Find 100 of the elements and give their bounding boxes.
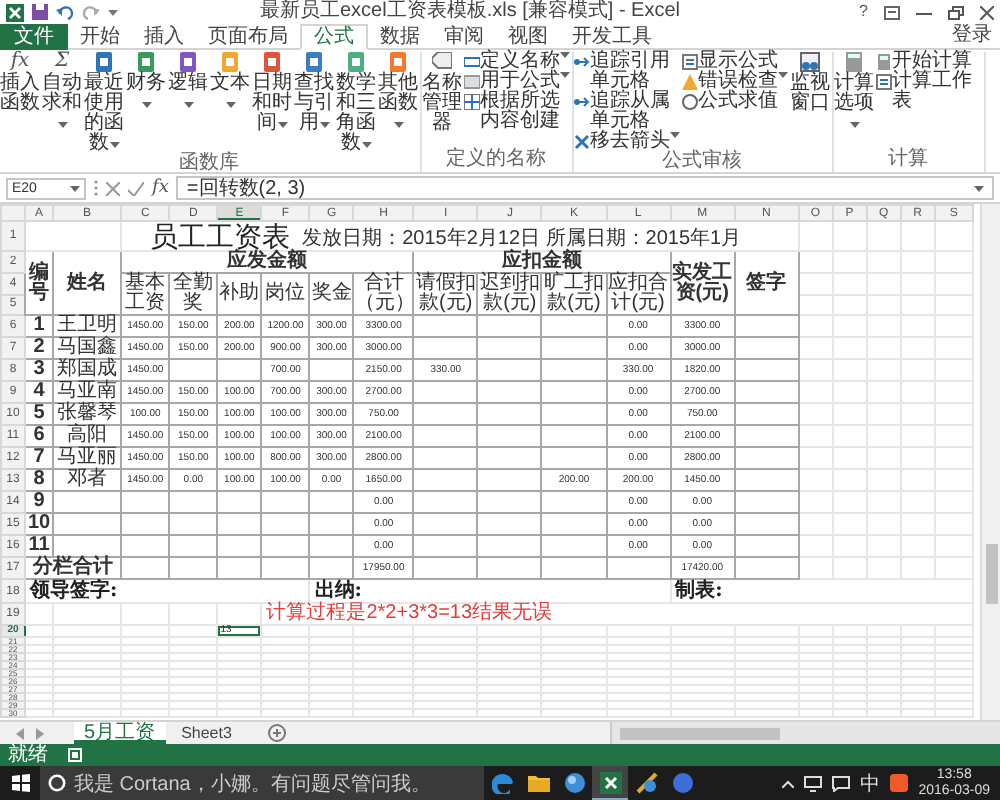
show-hidden-icon[interactable] [782, 779, 795, 787]
search-field[interactable]: 我是 Cortana，小娜。有问题尽管问我。 [40, 765, 484, 800]
input-method-indicator[interactable]: 中 [860, 769, 881, 797]
caret-icon [70, 185, 80, 191]
ribbon-button[interactable]: fx 插入函数 [0, 52, 40, 154]
ribbon-button[interactable]: 监视窗口 [790, 52, 830, 152]
ribbon-button[interactable]: 日期和时间 [252, 52, 292, 154]
start-icon[interactable] [11, 774, 29, 792]
vertical-scrollbar[interactable] [980, 204, 1000, 720]
table-cell: 全勤奖 [169, 273, 218, 315]
save-icon[interactable] [32, 4, 48, 20]
sheet-tab[interactable]: 5月工资 [74, 722, 166, 744]
grid-icon [464, 94, 480, 110]
ribbon-button[interactable]: 移去箭头 [574, 132, 680, 152]
ribbon-tab[interactable]: 视图 [496, 24, 560, 50]
search-placeholder: 我是 Cortana，小娜。有问题尽管问我。 [74, 771, 431, 797]
caret-icon [974, 185, 984, 191]
sum-icon: Σ [54, 52, 70, 72]
table-cell: 郑国成 [53, 359, 122, 381]
ribbon-button[interactable]: 定义名称 [464, 52, 570, 72]
ribbon-button[interactable]: 追踪从属单元格 [574, 92, 680, 132]
folder-icon[interactable] [527, 774, 549, 792]
calculator-icon [844, 52, 864, 72]
enter-icon[interactable] [128, 181, 144, 195]
cancel-icon[interactable] [106, 181, 120, 195]
date-info: 发放日期：2015年2月12日 所属日期：2015年1月 [302, 230, 742, 250]
browser-icon[interactable] [491, 772, 513, 794]
table-cell: 出纳: [309, 579, 671, 603]
ribbon-button[interactable]: 文本 [210, 52, 250, 154]
warning-icon [682, 74, 698, 90]
ribbon-options-icon[interactable] [884, 5, 900, 19]
ribbon-tab[interactable]: 数据 [368, 24, 432, 50]
ribbon-button[interactable]: 根据所选内容创建 [464, 92, 570, 132]
table-cell: 5 [25, 403, 54, 425]
customize-icon[interactable] [108, 8, 118, 16]
ribbon-tab[interactable]: 公式 [300, 24, 368, 50]
ribbon-button[interactable]: 计算工作表 [876, 72, 982, 112]
table-cell: 高阳 [53, 425, 122, 447]
help-button[interactable]: ? [859, 2, 868, 22]
macro-record-icon[interactable] [68, 748, 82, 762]
table-cell: 4 [25, 381, 54, 403]
table-cell: 请假扣款(元) [413, 273, 478, 315]
ribbon-button[interactable]: 名称管理器 [422, 52, 462, 150]
table-cell: 马亚丽 [53, 447, 122, 469]
ribbon-button[interactable]: 计算选项 [834, 52, 874, 150]
ribbon-tab[interactable]: 插入 [132, 24, 196, 50]
table-cell: 计算过程是2*2+3*3=13结果无误 [261, 603, 973, 625]
group-label: 函数库 [177, 154, 241, 176]
status-text: 就绪 [8, 745, 48, 765]
ribbon-tab[interactable]: 开发工具 [560, 24, 664, 50]
ribbon-tab[interactable]: 页面布局 [196, 24, 300, 50]
ribbon-button[interactable]: 显示公式 [682, 52, 788, 72]
undo-icon[interactable] [56, 5, 74, 19]
network-icon[interactable] [804, 775, 823, 791]
restore-icon[interactable] [948, 5, 964, 19]
group-label: 计算 [886, 150, 930, 172]
ribbon-button[interactable]: 追踪引用单元格 [574, 52, 680, 92]
ribbon-tab[interactable]: 审阅 [432, 24, 496, 50]
table-cell: 10 [25, 513, 54, 535]
file-tab[interactable]: 文件 [0, 24, 68, 50]
table-cell: 邓者 [53, 469, 122, 491]
ribbon-button[interactable]: 其他函数 [378, 52, 418, 154]
add-sheet-icon[interactable] [267, 724, 286, 742]
globe-icon[interactable] [563, 772, 585, 794]
ribbon-button[interactable]: 公式求值 [682, 92, 788, 112]
table-cell: 张馨琴 [53, 403, 122, 425]
table-cell: 旷工扣款(元) [541, 273, 607, 315]
table-cell: 9 [25, 491, 54, 513]
ribbon-button[interactable]: 数学和三角函数 [336, 52, 376, 154]
function-icon: fx [10, 52, 30, 72]
table-cell: 分栏合计 [25, 557, 122, 579]
table-cell: 2 [25, 337, 54, 359]
table-cell: 迟到扣款(元) [477, 273, 542, 315]
table-cell: 制表: [670, 579, 973, 603]
sheet-tab[interactable]: Sheet3 [171, 722, 242, 744]
table-cell: 签字 [734, 251, 799, 315]
spreadsheet-icon[interactable] [599, 772, 621, 794]
message-icon[interactable] [832, 775, 851, 791]
ribbon-tab[interactable]: 开始 [68, 24, 132, 50]
ribbon-button[interactable]: 错误检查 [682, 72, 788, 92]
horizontal-scrollbar[interactable] [610, 722, 1000, 744]
ribbon-button[interactable]: 用于公式 [464, 72, 570, 92]
spreadsheet-icon[interactable] [6, 3, 24, 21]
app-icon[interactable] [635, 772, 657, 794]
ribbon-button[interactable]: 财务 [126, 52, 166, 154]
table-cell: 1 [25, 315, 54, 337]
table-cell: 8 [25, 469, 54, 491]
ribbon-button[interactable]: 逻辑 [168, 52, 208, 154]
ribbon-button[interactable]: 查找与引用 [294, 52, 334, 154]
ribbon-button[interactable]: 最近使用的函数 [84, 52, 124, 154]
table-cell: 领导签字: [25, 579, 310, 603]
trace-arrow-icon [574, 94, 590, 110]
insert-function-button[interactable]: fx [152, 178, 169, 198]
trace-arrow-icon [574, 54, 590, 70]
sign-in-link[interactable]: 登录 [944, 24, 1000, 48]
formula-field[interactable]: =回转数(2, 3) [176, 176, 994, 200]
ribbon-button[interactable]: 开始计算 [876, 52, 982, 72]
table-cell: 奖金 [309, 273, 354, 315]
close-icon[interactable] [980, 5, 994, 19]
ribbon-button[interactable]: Σ 自动求和 [42, 52, 82, 154]
